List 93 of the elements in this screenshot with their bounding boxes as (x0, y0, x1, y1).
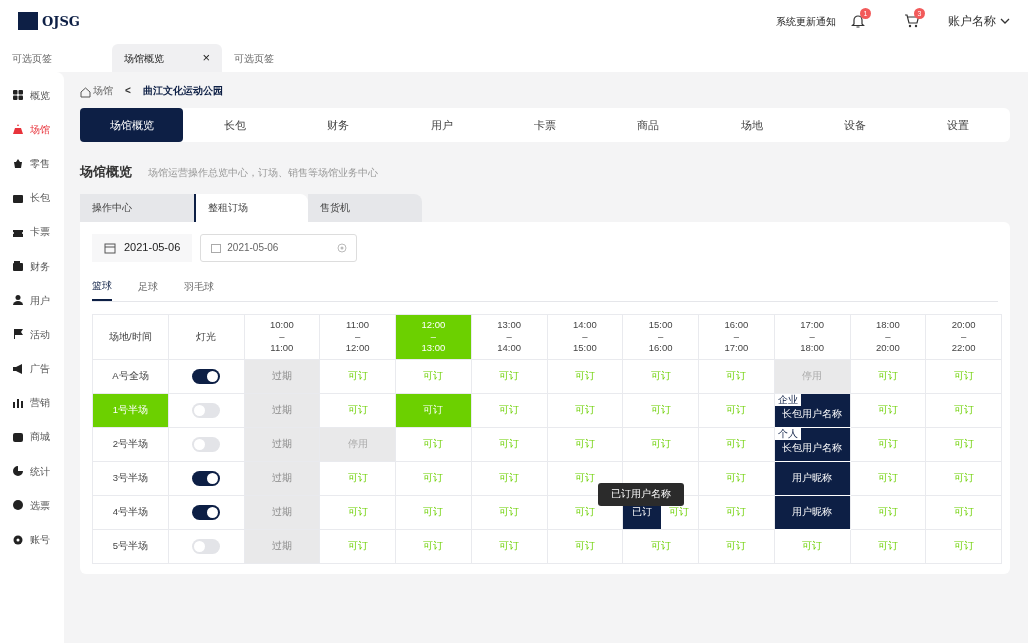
nav-tab[interactable]: 场地 (699, 108, 804, 142)
sub-tab[interactable]: 售货机 (308, 193, 422, 222)
nav-tab[interactable]: 用户 (390, 108, 494, 142)
calendar-icon (211, 242, 222, 253)
field-name[interactable]: 2号半场 (92, 427, 169, 461)
section-title: 场馆概览 (80, 163, 132, 181)
expired-slot: 过期 (244, 529, 320, 563)
time-slot-header[interactable]: 17:00 – 18:00 (774, 314, 850, 359)
light-toggle[interactable] (192, 402, 221, 418)
bar-chart-icon (12, 396, 24, 409)
expired-slot: 过期 (244, 461, 320, 495)
expired-slot: 过期 (244, 393, 320, 427)
bell-icon[interactable] (850, 13, 866, 29)
column-header: 灯光 (168, 314, 244, 359)
sub-tab[interactable]: 操作中心 (80, 193, 194, 222)
date-field[interactable]: 2021-05-06 (200, 233, 358, 262)
pie-chart-icon (12, 465, 24, 478)
time-slot-header[interactable]: 18:00 – 20:00 (850, 314, 926, 359)
sidebar-item[interactable]: 零售 (0, 146, 64, 181)
time-slot-header[interactable]: 13:00 – 14:00 (471, 314, 547, 359)
sport-tab[interactable]: 足球 (138, 277, 158, 301)
light-toggle[interactable] (192, 470, 221, 486)
field-name[interactable]: 5号半场 (92, 529, 169, 563)
field-name[interactable]: A号全场 (92, 359, 169, 393)
chevron-down-icon (1000, 17, 1010, 25)
time-slot-header[interactable]: 11:00 – 12:00 (319, 314, 396, 359)
nav-tab[interactable]: 商品 (596, 108, 700, 142)
nav-tab[interactable]: 设备 (803, 108, 907, 142)
expired-slot: 过期 (244, 427, 320, 461)
tooltip: 已订用户名称 (598, 483, 685, 506)
calendar-icon (104, 241, 116, 254)
disc-icon (12, 499, 24, 512)
account-menu[interactable]: 账户名称 (948, 12, 1010, 30)
section-subtitle: 场馆运营操作总览中心，订场、销售等场馆业务中心 (148, 166, 378, 180)
expired-slot: 过期 (244, 359, 320, 393)
light-toggle[interactable] (192, 436, 221, 452)
back-arrow[interactable]: < (125, 82, 131, 98)
sport-tab[interactable]: 羽毛球 (184, 277, 214, 301)
nav-tab[interactable]: 卡票 (493, 108, 597, 142)
sidebar-item[interactable]: 账号 (0, 522, 64, 557)
booked-slot: 用户昵称 (774, 495, 850, 529)
time-slot-header[interactable]: 10:00 – 11:00 (244, 314, 320, 359)
notice-link[interactable]: 系统更新通知 (776, 13, 836, 29)
sub-tab[interactable]: 整租订场 (194, 193, 308, 222)
sidebar-item[interactable]: 营销 (0, 385, 64, 420)
light-toggle[interactable] (192, 504, 221, 520)
page-tab[interactable]: 可选页签 (222, 44, 286, 72)
sidebar-item[interactable]: 财务 (0, 248, 64, 284)
user-name: 长包用户名称 (782, 408, 843, 420)
booked-slot: 用户昵称 (774, 461, 850, 495)
user-name: 长包用户名称 (782, 442, 843, 454)
sidebar-item[interactable]: 长包 (0, 180, 64, 215)
logo-icon (18, 12, 38, 30)
light-toggle[interactable] (192, 538, 221, 554)
basket-icon (12, 157, 24, 170)
date-button[interactable]: 2021-05-06 (92, 233, 193, 262)
sidebar-item[interactable]: 商城 (0, 419, 64, 455)
megaphone-icon (12, 362, 24, 375)
cart-icon[interactable] (904, 13, 920, 29)
page-tab[interactable]: 场馆概览 × (112, 44, 222, 72)
nav-tab[interactable]: 财务 (286, 108, 390, 142)
close-icon[interactable]: × (202, 48, 210, 68)
time-slot-header[interactable]: 20:00 – 22:00 (925, 314, 1002, 359)
breadcrumb-link[interactable]: 场馆 (93, 82, 113, 98)
light-toggle[interactable] (192, 368, 221, 384)
time-slot-header[interactable]: 14:00 – 15:00 (547, 314, 623, 359)
sidebar-item[interactable]: 统计 (0, 454, 64, 489)
field-name[interactable]: 4号半场 (92, 495, 169, 529)
flag-icon (12, 328, 24, 341)
expired-slot: 过期 (244, 495, 320, 529)
sidebar-item[interactable]: 概览 (0, 78, 64, 113)
time-slot-header[interactable]: 15:00 – 16:00 (622, 314, 699, 359)
user-icon (12, 294, 24, 307)
breadcrumb-current: 曲江文化运动公园 (142, 83, 223, 98)
page-tab[interactable]: 可选页签 (0, 44, 112, 72)
home-icon (80, 84, 91, 96)
time-slot-header[interactable]: 16:00 – 17:00 (698, 314, 775, 359)
wallet-icon (12, 260, 24, 273)
sidebar-item[interactable]: 场馆 (0, 112, 64, 147)
column-header: 场地/时间 (92, 314, 169, 359)
field-name[interactable]: 3号半场 (92, 461, 169, 495)
nav-tab[interactable]: 长包 (183, 108, 287, 142)
sidebar-item[interactable]: 广告 (0, 351, 64, 386)
sport-tab[interactable]: 篮球 (92, 277, 112, 301)
grid-icon (12, 89, 24, 102)
venue-icon (12, 123, 24, 136)
nav-tab[interactable]: 设置 (906, 108, 1010, 142)
sidebar-item[interactable]: 卡票 (0, 214, 64, 249)
nav-tab[interactable]: 场馆概览 (80, 108, 184, 142)
logo-text: OJSG (42, 14, 80, 28)
sidebar-item[interactable]: 选票 (0, 488, 64, 523)
sidebar-item[interactable]: 用户 (0, 283, 64, 318)
sidebar-item[interactable]: 活动 (0, 317, 64, 352)
